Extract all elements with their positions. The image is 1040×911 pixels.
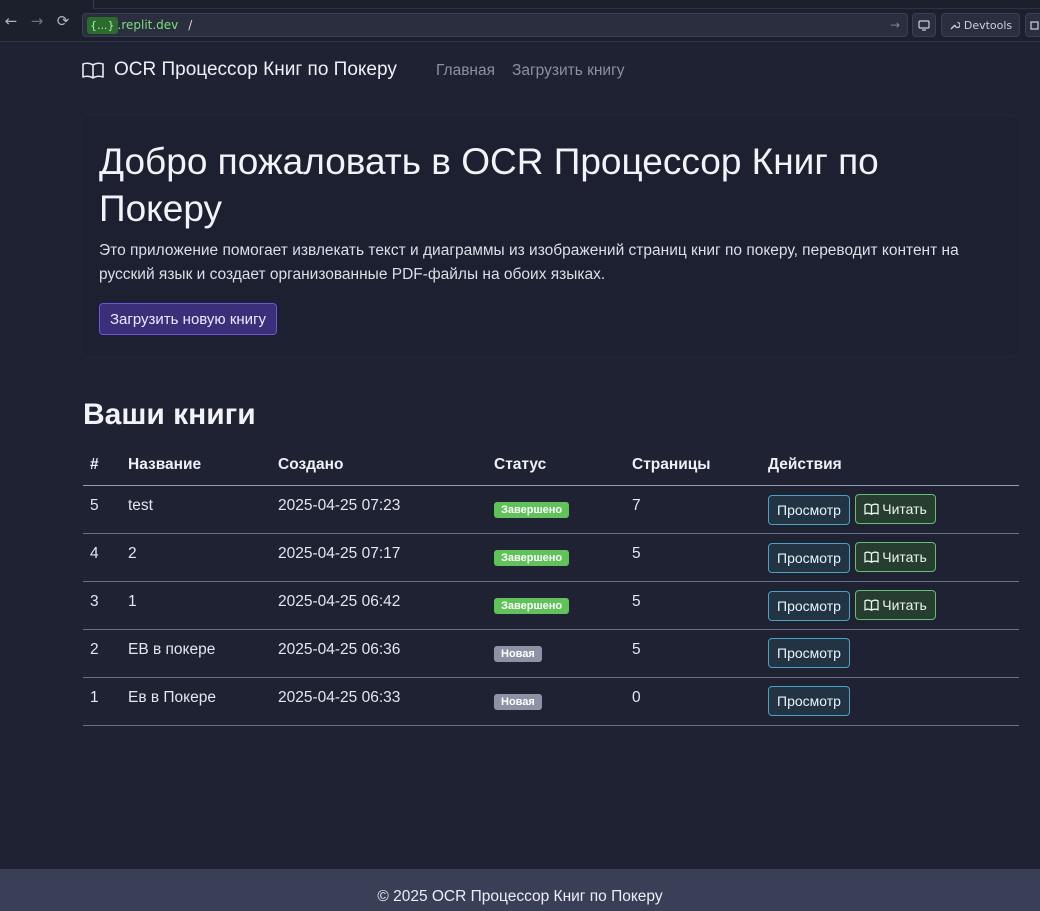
- book-id: 1: [90, 689, 99, 706]
- book-name: EB в покере: [128, 641, 216, 658]
- app-navbar: OCR Процессор Книг по Покеру Главная Заг…: [0, 42, 1040, 100]
- table-row: 3 1 2025-04-25 06:42 Завершено 5 Просмот…: [83, 581, 1019, 630]
- book-name: Ев в Покере: [128, 689, 216, 706]
- status-badge: Завершено: [494, 550, 570, 566]
- table-row: 5 test 2025-04-25 07:23 Завершено 7 Прос…: [83, 485, 1019, 534]
- book-pages: 5: [632, 545, 641, 562]
- url-path: /: [188, 18, 193, 32]
- table-row: 1 Ев в Покере 2025-04-25 06:33 Новая 0 П…: [83, 677, 1019, 726]
- book-id: 5: [90, 497, 99, 514]
- book-created: 2025-04-25 06:33: [278, 689, 401, 706]
- book-id: 2: [90, 641, 99, 658]
- address-bar[interactable]: {...} .replit.dev / →: [82, 13, 908, 37]
- read-label: Читать: [882, 548, 927, 565]
- book-icon: [864, 503, 879, 515]
- header-name: Название: [121, 446, 271, 486]
- table-row: 4 2 2025-04-25 07:17 Завершено 5 Просмот…: [83, 533, 1019, 582]
- footer-copyright: © 2025 OCR Процессор Книг по Покеру: [377, 888, 663, 905]
- wrench-icon: [950, 21, 960, 29]
- book-pages: 5: [632, 593, 641, 610]
- status-badge: Завершено: [494, 598, 570, 614]
- devtools-button[interactable]: Devtools: [941, 13, 1020, 37]
- books-table: # Название Создано Статус Страницы Дейст…: [83, 446, 1019, 726]
- go-arrow-icon[interactable]: →: [890, 18, 900, 32]
- welcome-hero: Добро пожаловать в OCR Процессор Книг по…: [82, 116, 1019, 356]
- view-button[interactable]: Просмотр: [768, 590, 850, 621]
- hero-description: Это приложение помогает извлекать текст …: [99, 242, 959, 283]
- read-button[interactable]: Читать: [855, 493, 936, 524]
- external-icon: [1030, 21, 1039, 30]
- view-button[interactable]: Просмотр: [768, 686, 850, 716]
- book-name: test: [128, 497, 153, 514]
- book-created: 2025-04-25 07:23: [278, 497, 401, 514]
- header-number: #: [83, 446, 121, 486]
- monitor-icon: [918, 19, 930, 31]
- url-domain: .replit.dev: [117, 18, 179, 32]
- read-button[interactable]: Читать: [855, 541, 936, 572]
- tab-strip-edge: [93, 0, 1040, 9]
- open-external-button[interactable]: [1025, 13, 1040, 37]
- table-header-row: # Название Создано Статус Страницы Дейст…: [83, 446, 1019, 486]
- url-badge: {...}: [87, 16, 118, 34]
- book-icon: [864, 599, 879, 611]
- header-status: Статус: [487, 446, 625, 486]
- book-name: 1: [128, 593, 137, 610]
- header-actions: Действия: [761, 446, 1019, 486]
- book-icon: [864, 551, 879, 563]
- browser-toolbar: ← → ⟳ {...} .replit.dev / → Devtools: [0, 0, 1040, 42]
- screen-button[interactable]: [912, 13, 936, 37]
- book-created: 2025-04-25 06:42: [278, 593, 401, 610]
- status-badge: Новая: [494, 694, 542, 710]
- view-button[interactable]: Просмотр: [768, 494, 850, 525]
- devtools-label: Devtools: [963, 18, 1013, 32]
- book-name: 2: [128, 545, 137, 562]
- back-arrow-icon[interactable]: ←: [0, 8, 24, 34]
- reload-icon[interactable]: ⟳: [50, 8, 76, 34]
- forward-arrow-icon[interactable]: →: [24, 8, 50, 34]
- brand-link[interactable]: OCR Процессор Книг по Покеру: [82, 59, 397, 81]
- book-pages: 7: [632, 497, 641, 514]
- read-label: Читать: [882, 500, 927, 517]
- table-row: 2 EB в покере 2025-04-25 06:36 Новая 5 П…: [83, 629, 1019, 678]
- header-created: Создано: [271, 446, 487, 486]
- view-button[interactable]: Просмотр: [768, 638, 850, 668]
- status-badge: Завершено: [494, 502, 570, 518]
- book-id: 4: [90, 545, 99, 562]
- open-book-icon: [82, 62, 104, 79]
- read-label: Читать: [882, 596, 927, 613]
- book-pages: 0: [632, 689, 641, 706]
- page-footer: © 2025 OCR Процессор Книг по Покеру: [0, 869, 1040, 911]
- view-button[interactable]: Просмотр: [768, 542, 850, 573]
- brand-name: OCR Процессор Книг по Покеру: [114, 59, 397, 80]
- book-pages: 5: [632, 641, 641, 658]
- nav-link-home[interactable]: Главная: [436, 62, 495, 80]
- nav-link-upload[interactable]: Загрузить книгу: [512, 62, 624, 80]
- upload-new-book-button[interactable]: Загрузить новую книгу: [99, 303, 278, 335]
- books-section-title: Ваши книги: [83, 398, 256, 431]
- book-id: 3: [90, 593, 99, 610]
- book-created: 2025-04-25 06:36: [278, 641, 401, 658]
- book-created: 2025-04-25 07:17: [278, 545, 401, 562]
- read-button[interactable]: Читать: [855, 589, 936, 620]
- hero-title: Добро пожаловать в OCR Процессор Книг по…: [99, 141, 879, 229]
- status-badge: Новая: [494, 646, 542, 662]
- url-host: {...} .replit.dev: [87, 16, 179, 34]
- header-pages: Страницы: [625, 446, 761, 486]
